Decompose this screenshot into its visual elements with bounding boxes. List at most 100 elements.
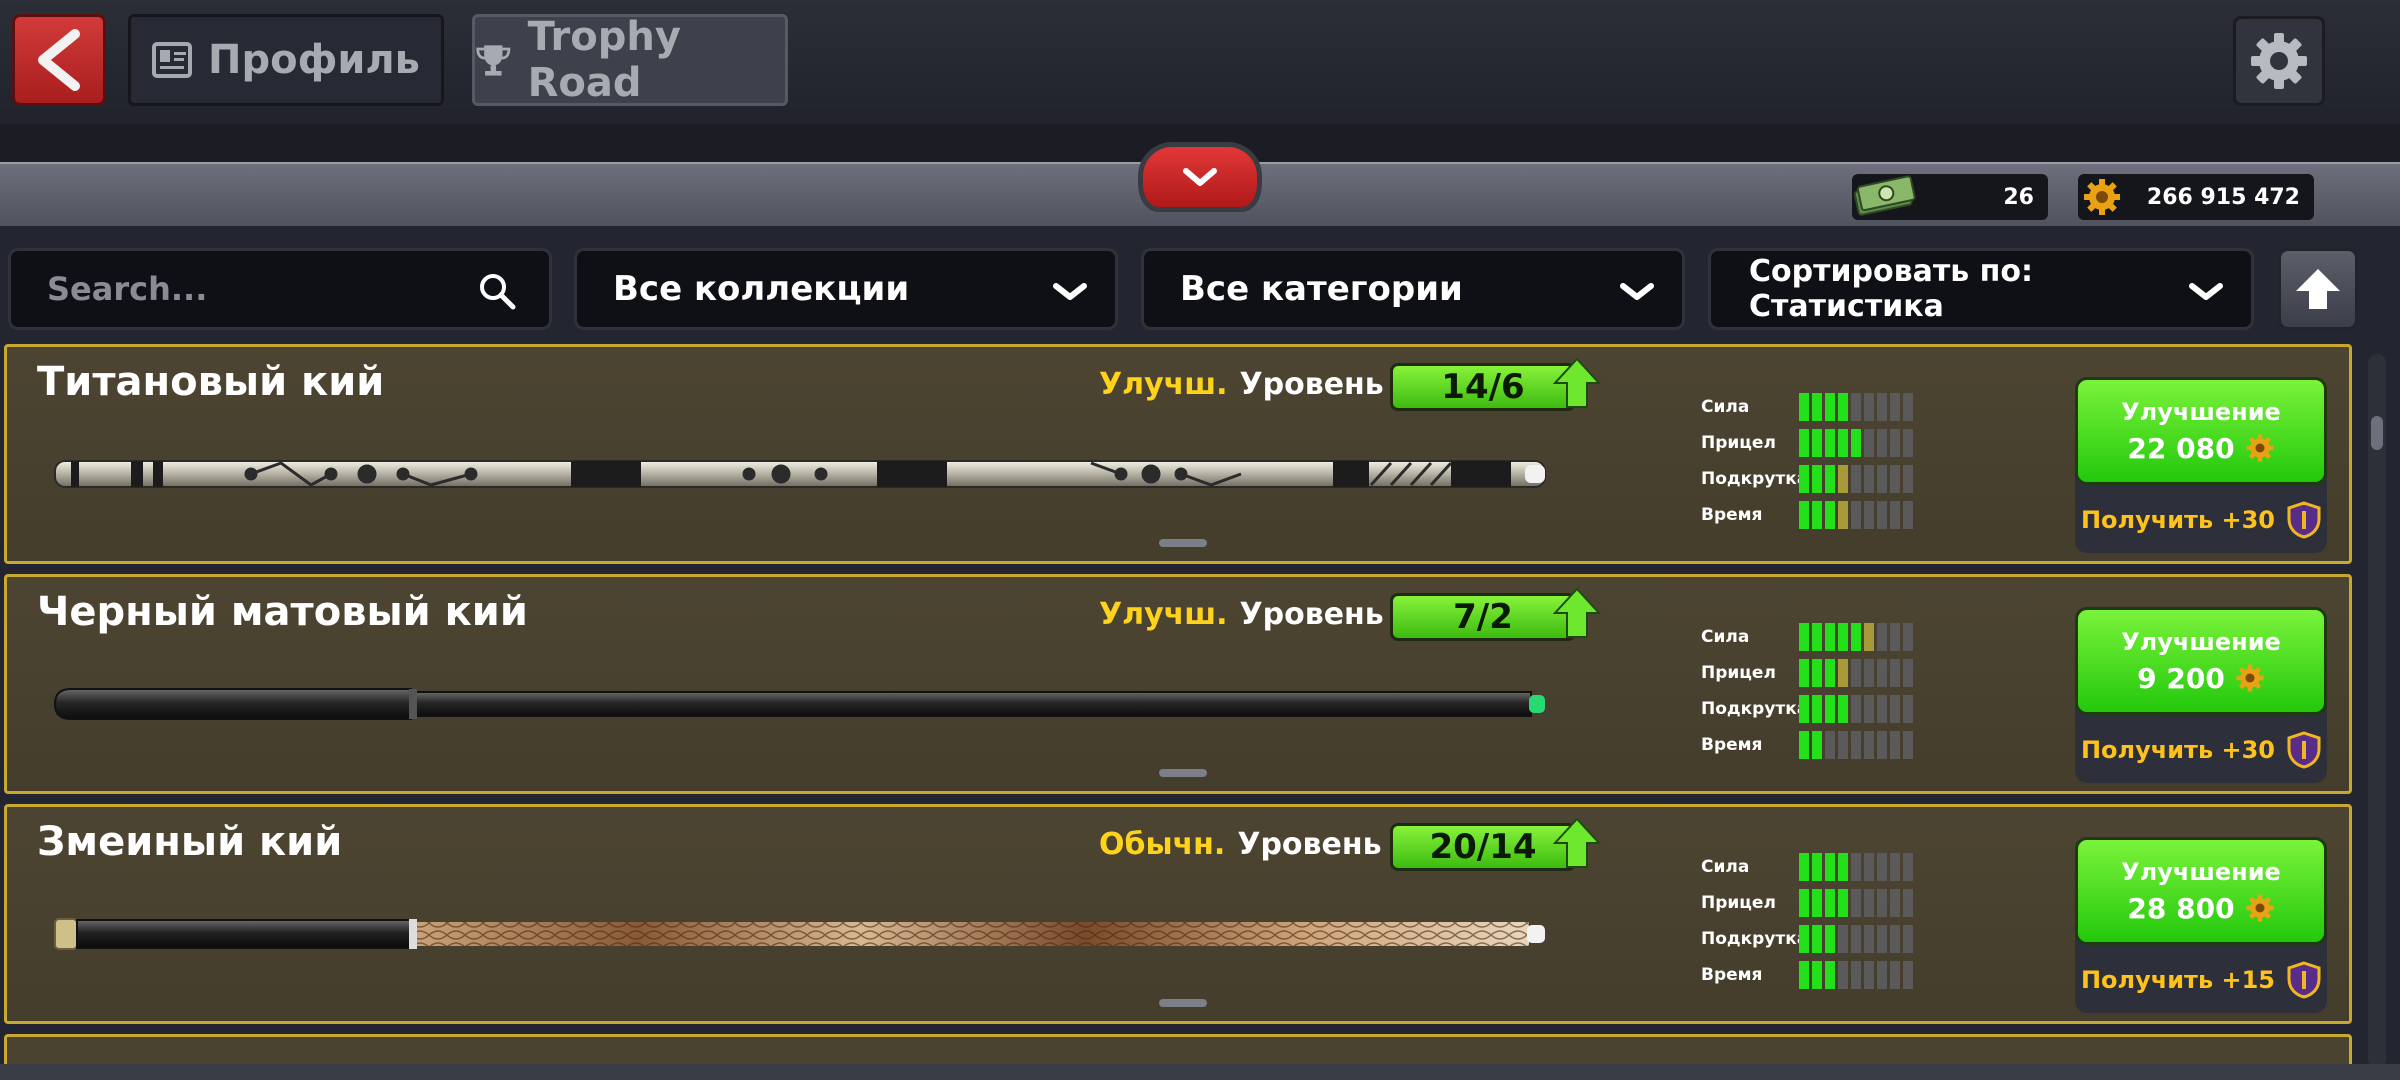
stat-segment [1812, 889, 1822, 917]
card-handle[interactable] [1159, 539, 1207, 547]
stat-segment [1838, 393, 1848, 421]
stat-segment [1890, 695, 1900, 723]
stat-label-aim: Прицел [1701, 663, 1776, 683]
stat-segment [1903, 961, 1913, 989]
stat-segment [1812, 659, 1822, 687]
stat-segment [1903, 731, 1913, 759]
stat-label-spin: Подкрутка [1701, 699, 1809, 719]
stat-bars [1799, 889, 1913, 917]
cue-rarity: Улучш. [1099, 597, 1228, 632]
stat-label-time: Время [1701, 735, 1763, 755]
scrollbar-track[interactable] [2368, 354, 2386, 1068]
stat-segment [1812, 731, 1822, 759]
stat-segment [1890, 465, 1900, 493]
cue-level: Уровень 3 [1237, 827, 1413, 862]
cue-card[interactable]: Змеиный кий Обычн. Уровень 3 20/14 Сила … [4, 804, 2352, 1024]
cue-card[interactable]: Титановый кий Улучш. Уровень 2 14/6 Сила… [4, 344, 2352, 564]
stat-segment [1838, 695, 1848, 723]
cue-name: Змеиный кий [37, 819, 343, 865]
tab-trophy-road[interactable]: Trophy Road [472, 14, 788, 106]
cue-level-info: Улучш. Уровень 2 [1099, 367, 1415, 402]
get-pieces-button[interactable]: Получить +15 [2075, 955, 2327, 1005]
stat-segment [1825, 695, 1835, 723]
stat-segment [1838, 623, 1848, 651]
stat-bars [1799, 429, 1913, 457]
cue-card-partial[interactable] [4, 1034, 2352, 1068]
collections-dropdown[interactable]: Все коллекции [574, 248, 1118, 330]
stat-bars [1799, 659, 1913, 687]
scrollbar-thumb[interactable] [2371, 416, 2383, 450]
categories-dropdown[interactable]: Все категории [1141, 248, 1685, 330]
stat-segment [1890, 731, 1900, 759]
stat-segment [1864, 961, 1874, 989]
cash-amount: 26 [2003, 184, 2034, 210]
upgrade-button[interactable]: Улучшение 9 200 [2075, 607, 2327, 715]
profile-card-icon [152, 42, 193, 78]
stat-segment [1799, 731, 1809, 759]
sort-direction-button[interactable] [2278, 248, 2358, 330]
stat-segment [1903, 501, 1913, 529]
stat-row-power: Сила [1701, 853, 1913, 881]
coin-icon [2246, 894, 2274, 922]
upgrade-price-value: 28 800 [2127, 891, 2235, 925]
card-handle[interactable] [1159, 999, 1207, 1007]
chevron-down-icon [2189, 283, 2223, 300]
stat-segment [1864, 889, 1874, 917]
stat-segment [1838, 889, 1848, 917]
stat-segment [1825, 889, 1835, 917]
stat-label-power: Сила [1701, 397, 1750, 417]
gear-icon [2251, 33, 2307, 89]
cue-progress-bar: 14/6 [1390, 363, 1576, 411]
sort-dropdown[interactable]: Сортировать по: Статистика [1708, 248, 2254, 330]
cue-name: Черный матовый кий [37, 589, 528, 635]
cue-name: Титановый кий [37, 359, 385, 405]
settings-button[interactable] [2233, 16, 2325, 106]
stat-label-time: Время [1701, 965, 1763, 985]
stat-segment [1812, 429, 1822, 457]
stat-row-power: Сила [1701, 393, 1913, 421]
stat-segment [1799, 889, 1809, 917]
shield-icon [2287, 501, 2321, 539]
search-input[interactable] [47, 270, 447, 308]
back-button[interactable] [12, 14, 106, 106]
coin-icon [2084, 179, 2120, 215]
cash-counter: 26 [1852, 174, 2048, 220]
upgrade-label: Улучшение [2121, 857, 2281, 886]
card-handle[interactable] [1159, 769, 1207, 777]
upgrade-button[interactable]: Улучшение 28 800 [2075, 837, 2327, 945]
get-pieces-button[interactable]: Получить +30 [2075, 495, 2327, 545]
coins-amount: 266 915 472 [2146, 184, 2300, 210]
stat-segment [1812, 623, 1822, 651]
stat-segment [1877, 393, 1887, 421]
stat-segment [1838, 429, 1848, 457]
stat-segment [1903, 659, 1913, 687]
stat-segment [1799, 393, 1809, 421]
stat-segment [1890, 393, 1900, 421]
cue-rarity: Обычн. [1099, 827, 1226, 862]
upgrade-button[interactable]: Улучшение 22 080 [2075, 377, 2327, 485]
upgrade-panel: Улучшение 28 800 Получить +15 [2075, 837, 2327, 1013]
upgrade-price: 28 800 [2127, 892, 2274, 925]
stat-bars [1799, 465, 1913, 493]
tab-profile[interactable]: Профиль [128, 14, 444, 106]
categories-dropdown-value: Все категории [1180, 269, 1463, 309]
stat-segment [1799, 853, 1809, 881]
search-box[interactable] [8, 248, 552, 330]
collapse-button[interactable] [1138, 142, 1262, 212]
stat-segment [1864, 659, 1874, 687]
stat-bars [1799, 853, 1913, 881]
arrow-up-icon [2296, 269, 2340, 309]
stat-segment [1877, 659, 1887, 687]
tab-profile-label: Профиль [208, 37, 420, 83]
search-icon[interactable] [477, 271, 517, 311]
cue-card[interactable]: Черный матовый кий Улучш. Уровень 1 7/2 … [4, 574, 2352, 794]
stat-bars [1799, 731, 1913, 759]
stat-label-power: Сила [1701, 857, 1750, 877]
cue-image-titanium [54, 460, 1546, 488]
cue-list[interactable]: Титановый кий Улучш. Уровень 2 14/6 Сила… [0, 344, 2360, 1068]
stat-segment [1877, 465, 1887, 493]
coins-counter: 266 915 472 [2078, 174, 2314, 220]
get-pieces-button[interactable]: Получить +30 [2075, 725, 2327, 775]
stat-row-spin: Подкрутка [1701, 465, 1913, 493]
stat-segment [1838, 501, 1848, 529]
